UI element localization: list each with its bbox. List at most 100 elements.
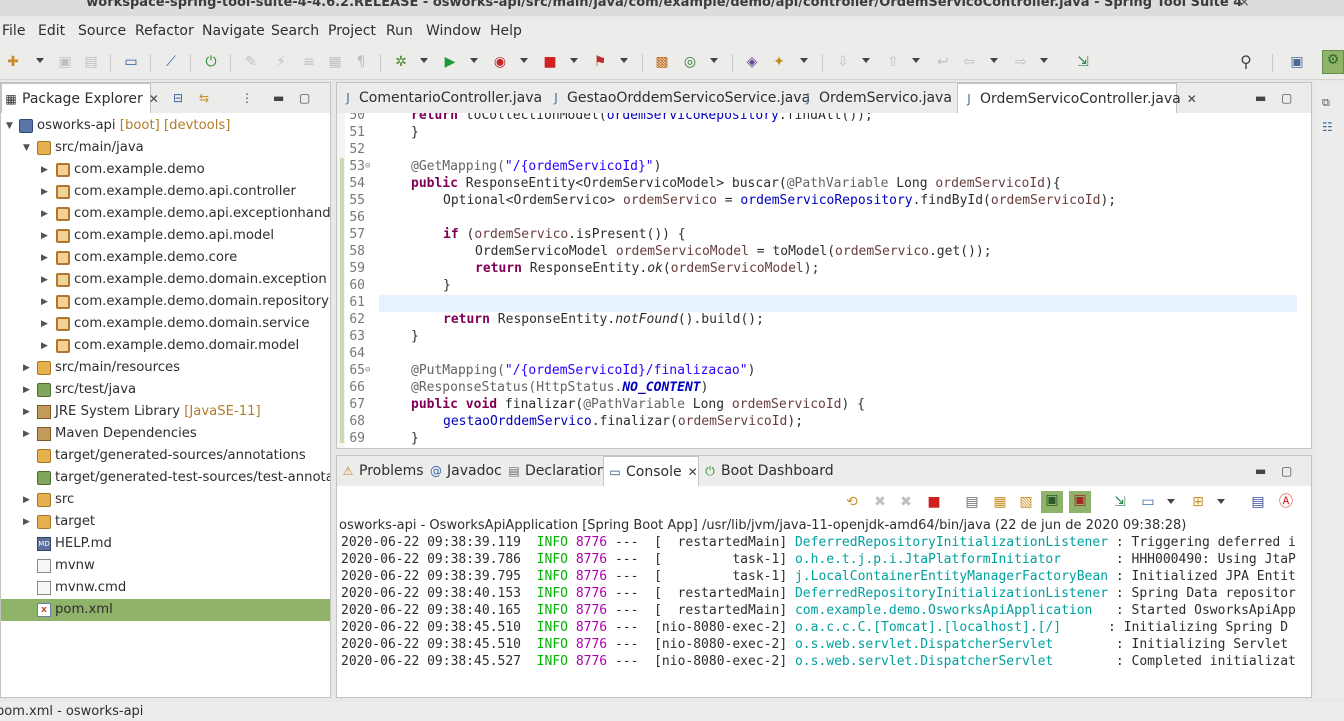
tree-item-src-main-resources[interactable]: ▶ src/main/resources bbox=[1, 357, 330, 379]
tab-gestao-service[interactable]: J GestaoOrddemServicoService.java bbox=[549, 83, 810, 113]
relaunch-icon[interactable]: ⟲ bbox=[843, 493, 861, 511]
menu-project[interactable]: Project bbox=[328, 23, 376, 39]
collapsed-icon[interactable]: ▶ bbox=[23, 357, 30, 379]
show-stderr-icon[interactable]: ▣ bbox=[1069, 491, 1091, 513]
task-dropdown-icon[interactable] bbox=[800, 58, 808, 63]
menu-edit[interactable]: Edit bbox=[38, 23, 65, 39]
link-with-editor-icon[interactable]: ⇆ bbox=[199, 91, 209, 105]
back-icon[interactable]: ⇦ bbox=[960, 53, 978, 71]
collapse-all-icon[interactable]: ⊟ bbox=[173, 91, 183, 105]
tree-item-generated-sources[interactable]: target/generated-sources/annotations bbox=[1, 445, 330, 467]
tab-package-explorer[interactable]: ▦ Package Explorer ✕ bbox=[1, 83, 159, 113]
display-dropdown-icon[interactable] bbox=[1167, 499, 1175, 504]
new-icon[interactable]: ✚ bbox=[4, 53, 22, 71]
collapsed-icon[interactable]: ▶ bbox=[41, 335, 48, 357]
scroll-lock-icon[interactable]: ▦ bbox=[991, 493, 1009, 511]
next-annotation-icon[interactable]: ⇩ bbox=[834, 53, 852, 71]
close-icon[interactable]: ✕ bbox=[149, 92, 159, 106]
forward-dropdown-icon[interactable] bbox=[1040, 58, 1048, 63]
word-wrap-icon[interactable]: ▧ bbox=[1017, 493, 1035, 511]
coverage-icon[interactable]: ◉ bbox=[491, 53, 509, 71]
tree-item-generated-test-sources[interactable]: target/generated-test-sources/test-annot… bbox=[1, 467, 330, 489]
menu-navigate[interactable]: Navigate bbox=[202, 23, 265, 39]
new-class-dropdown-icon[interactable] bbox=[710, 58, 718, 63]
tab-comentario-controller[interactable]: J ComentarioController.java bbox=[341, 83, 542, 113]
collapsed-icon[interactable]: ▶ bbox=[41, 225, 48, 247]
coverage-dropdown-icon[interactable] bbox=[520, 58, 528, 63]
tab-ordem-servico-controller[interactable]: J OrdemServicoController.java ✕ bbox=[957, 83, 1197, 113]
prev-annotation-icon[interactable]: ⇧ bbox=[884, 53, 902, 71]
minimize-icon[interactable]: ▬ bbox=[1255, 464, 1266, 478]
fold-icon[interactable]: ⊖ bbox=[365, 362, 370, 379]
tree-item-package[interactable]: ▶ com.example.demo.domain.exception bbox=[1, 269, 330, 291]
tree-item-package[interactable]: ▶ com.example.demo.domair.model bbox=[1, 335, 330, 357]
tree-item-maven-dependencies[interactable]: ▶ Maven Dependencies bbox=[1, 423, 330, 445]
open-console-dropdown-icon[interactable] bbox=[1217, 499, 1225, 504]
open-type-icon[interactable]: ◈ bbox=[743, 53, 761, 71]
maximize-icon[interactable]: ▢ bbox=[299, 91, 310, 105]
open-task-icon[interactable]: ✦ bbox=[770, 53, 788, 71]
tree-item-package[interactable]: ▶ com.example.demo bbox=[1, 159, 330, 181]
minimize-icon[interactable]: ▬ bbox=[273, 91, 284, 105]
tree-item-mvnw-cmd[interactable]: mvnw.cmd bbox=[1, 577, 330, 599]
stop-icon[interactable]: ■ bbox=[541, 53, 559, 71]
code-editor[interactable]: 50 return toCollectionModel(ordemServicoR… bbox=[337, 113, 1311, 448]
tree-item-package[interactable]: ▶ com.example.demo.domain.service bbox=[1, 313, 330, 335]
menu-search[interactable]: Search bbox=[271, 23, 319, 39]
mark-icon[interactable]: ▦ bbox=[326, 53, 344, 71]
tab-problems[interactable]: ⚠ Problems bbox=[341, 456, 425, 486]
save-icon[interactable]: ▣ bbox=[56, 53, 74, 71]
collapsed-icon[interactable]: ▶ bbox=[23, 489, 30, 511]
tree-item-package[interactable]: ▶ com.example.demo.domain.repository bbox=[1, 291, 330, 313]
expanded-icon[interactable]: ▼ bbox=[6, 115, 13, 137]
open-console-icon[interactable]: ⊞ bbox=[1189, 493, 1207, 511]
lightning-icon[interactable]: ⚡ bbox=[272, 53, 290, 71]
menu-help[interactable]: Help bbox=[490, 23, 522, 39]
window-close-button[interactable]: × bbox=[1239, 0, 1250, 10]
tree-item-package[interactable]: ▶ com.example.demo.api.controller bbox=[1, 181, 330, 203]
pilcrow-icon[interactable]: ¶ bbox=[352, 53, 370, 71]
menu-run[interactable]: Run bbox=[386, 23, 413, 39]
tab-ordem-servico[interactable]: J OrdemServico.java bbox=[801, 83, 952, 113]
collapsed-icon[interactable]: ▶ bbox=[41, 269, 48, 291]
search-icon[interactable]: ⚲ bbox=[1237, 53, 1255, 71]
prev-annotation-dropdown-icon[interactable] bbox=[912, 58, 920, 63]
pin-console-icon[interactable]: ⇲ bbox=[1111, 493, 1129, 511]
collapsed-icon[interactable]: ▶ bbox=[41, 203, 48, 225]
new-class-icon[interactable]: ◎ bbox=[681, 53, 699, 71]
tree-item-mvnw[interactable]: mvnw bbox=[1, 555, 330, 577]
terminate-icon[interactable]: ■ bbox=[925, 493, 943, 511]
tree-item-package[interactable]: ▶ com.example.demo.core bbox=[1, 247, 330, 269]
run-icon[interactable]: ▶ bbox=[441, 53, 459, 71]
open-perspective-icon[interactable]: ▣ bbox=[1288, 53, 1306, 71]
tree-item-project[interactable]: ▼ osworks-api [boot] [devtools] bbox=[1, 115, 330, 137]
restore-icon[interactable]: ⧉ bbox=[1322, 96, 1330, 110]
back-dropdown-icon[interactable] bbox=[990, 58, 998, 63]
console-output[interactable]: 2020-06-22 09:38:39.119 INFO 8776 --- [ … bbox=[337, 534, 1311, 684]
debug-icon[interactable]: ✲ bbox=[392, 53, 410, 71]
fold-icon[interactable]: ⊖ bbox=[365, 158, 370, 175]
collapsed-icon[interactable]: ▶ bbox=[41, 247, 48, 269]
close-icon[interactable]: ✕ bbox=[688, 465, 698, 479]
tree-item-package[interactable]: ▶ com.example.demo.api.exceptionhandler bbox=[1, 203, 330, 225]
tree-item-src[interactable]: ▶ src bbox=[1, 489, 330, 511]
menu-source[interactable]: Source bbox=[78, 23, 126, 39]
view-menu-icon[interactable]: ⋮ bbox=[241, 91, 253, 105]
new-package-icon[interactable]: ▩ bbox=[653, 53, 671, 71]
tree-item-package[interactable]: ▶ com.example.demo.api.model bbox=[1, 225, 330, 247]
show-stdout-icon[interactable]: ▣ bbox=[1041, 491, 1063, 513]
expanded-icon[interactable]: ▼ bbox=[23, 137, 30, 159]
menu-window[interactable]: Window bbox=[426, 23, 481, 39]
debug-dropdown-icon[interactable] bbox=[420, 58, 428, 63]
relaunch-icon[interactable]: ⚑ bbox=[591, 53, 609, 71]
tab-console[interactable]: ▭ Console ✕ bbox=[603, 456, 699, 486]
new-dropdown-icon[interactable] bbox=[36, 58, 44, 63]
maximize-icon[interactable]: ▢ bbox=[1281, 91, 1292, 105]
ansi-icon[interactable]: Ⓐ bbox=[1277, 493, 1295, 511]
format-icon[interactable]: ≡ bbox=[300, 53, 318, 71]
collapsed-icon[interactable]: ▶ bbox=[41, 159, 48, 181]
menu-file[interactable]: File bbox=[2, 23, 25, 39]
forward-icon[interactable]: ⇨ bbox=[1012, 53, 1030, 71]
tab-declaration[interactable]: ▤ Declaration bbox=[507, 456, 605, 486]
spring-perspective-icon[interactable]: ⚙ bbox=[1322, 50, 1344, 74]
